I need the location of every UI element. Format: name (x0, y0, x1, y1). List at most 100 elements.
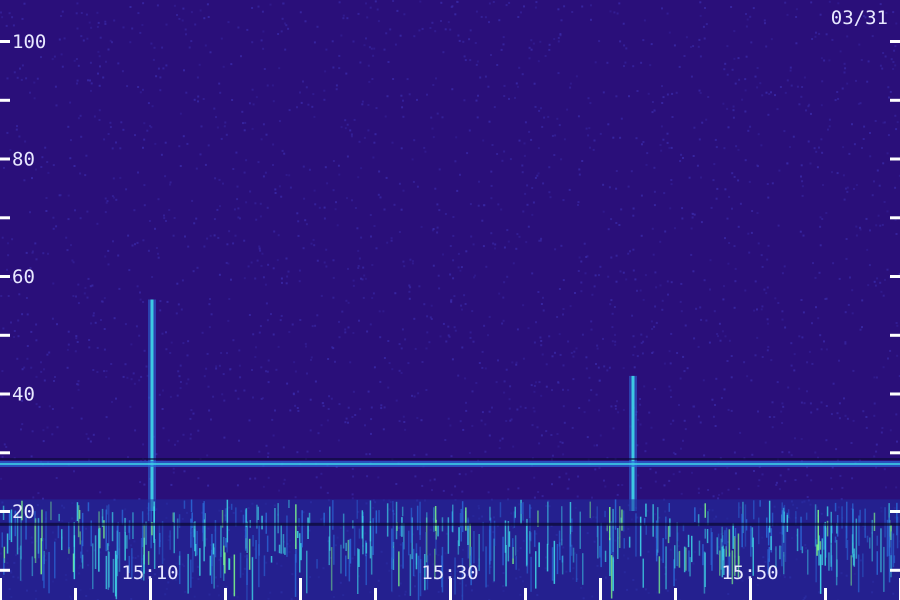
noise-speck (250, 261, 253, 264)
noise-speck (825, 33, 828, 36)
noise-speck (387, 340, 390, 342)
noise-streak (652, 504, 654, 537)
noise-speck (375, 247, 378, 250)
noise-speck (142, 88, 144, 91)
noise-speck (212, 395, 215, 398)
noise-speck (394, 292, 397, 295)
noise-speck (264, 283, 267, 286)
noise-speck (155, 247, 158, 249)
noise-speck (305, 223, 308, 226)
noise-speck (787, 468, 790, 471)
noise-speck (789, 146, 791, 148)
noise-speck (819, 13, 822, 16)
noise-speck (314, 380, 317, 383)
noise-speck (746, 18, 749, 21)
noise-speck (820, 138, 823, 141)
noise-speck (722, 102, 725, 105)
noise-speck (590, 18, 592, 21)
noise-speck (863, 125, 866, 128)
noise-speck (737, 179, 740, 182)
noise-streak (612, 556, 614, 591)
noise-speck (296, 212, 299, 215)
noise-speck (245, 201, 248, 204)
noise-speck (641, 352, 644, 355)
noise-speck (684, 428, 687, 431)
noise-speck (111, 41, 113, 44)
noise-speck (518, 235, 521, 238)
noise-speck (412, 260, 414, 263)
noise-speck (336, 224, 339, 227)
noise-speck (262, 276, 265, 279)
noise-speck (865, 217, 868, 220)
noise-speck (259, 325, 262, 328)
noise-speck (304, 20, 307, 23)
noise-streak (694, 507, 696, 522)
noise-speck (282, 482, 285, 485)
noise-speck (480, 419, 483, 422)
noise-streak (551, 547, 554, 581)
noise-speck (297, 410, 300, 412)
noise-speck (879, 3, 882, 6)
noise-speck (158, 393, 161, 396)
noise-speck (170, 483, 173, 486)
noise-speck (608, 366, 611, 369)
noise-speck (814, 276, 817, 279)
noise-speck (305, 345, 307, 348)
noise-speck (763, 19, 766, 22)
noise-speck (143, 122, 146, 125)
noise-speck (614, 340, 617, 343)
noise-speck (288, 109, 291, 112)
noise-speck (757, 133, 760, 136)
noise-speck (556, 316, 559, 318)
noise-speck (598, 379, 601, 382)
noise-speck (488, 2, 491, 5)
noise-streak (779, 545, 781, 560)
noise-speck (458, 39, 461, 42)
noise-speck (748, 251, 751, 254)
noise-speck (761, 356, 764, 358)
noise-speck (653, 190, 656, 193)
noise-speck (836, 172, 839, 175)
noise-speck (471, 390, 474, 393)
noise-speck (452, 234, 455, 237)
noise-speck (481, 350, 484, 353)
noise-speck (823, 59, 826, 62)
noise-speck (230, 278, 232, 281)
noise-speck (515, 247, 518, 250)
noise-speck (741, 98, 744, 101)
noise-speck (1, 236, 4, 239)
noise-speck (3, 443, 6, 446)
noise-speck (832, 382, 835, 385)
noise-speck (462, 40, 465, 43)
noise-speck (593, 444, 596, 447)
noise-streak (893, 555, 896, 564)
noise-speck (619, 40, 622, 43)
y-tick-right (890, 216, 900, 220)
noise-speck (487, 491, 490, 494)
noise-streak (828, 552, 830, 571)
noise-speck (882, 52, 885, 54)
noise-speck (338, 173, 341, 176)
noise-speck (533, 341, 536, 344)
noise-speck (800, 299, 803, 301)
noise-speck (193, 98, 196, 101)
noise-speck (557, 72, 560, 75)
noise-speck (297, 220, 300, 223)
noise-speck (485, 265, 488, 268)
noise-speck (790, 364, 793, 367)
noise-speck (661, 85, 663, 88)
noise-speck (622, 367, 625, 370)
noise-streak (465, 507, 467, 531)
noise-streak (277, 503, 279, 534)
noise-streak (409, 554, 412, 596)
noise-speck (383, 208, 386, 211)
noise-speck (287, 27, 290, 30)
noise-speck (21, 313, 24, 316)
noise-speck (96, 371, 99, 373)
noise-speck (294, 370, 297, 373)
noise-speck (186, 142, 189, 145)
noise-streak (534, 530, 536, 547)
noise-speck (450, 300, 453, 303)
noise-speck (40, 56, 42, 59)
noise-speck (664, 230, 667, 233)
